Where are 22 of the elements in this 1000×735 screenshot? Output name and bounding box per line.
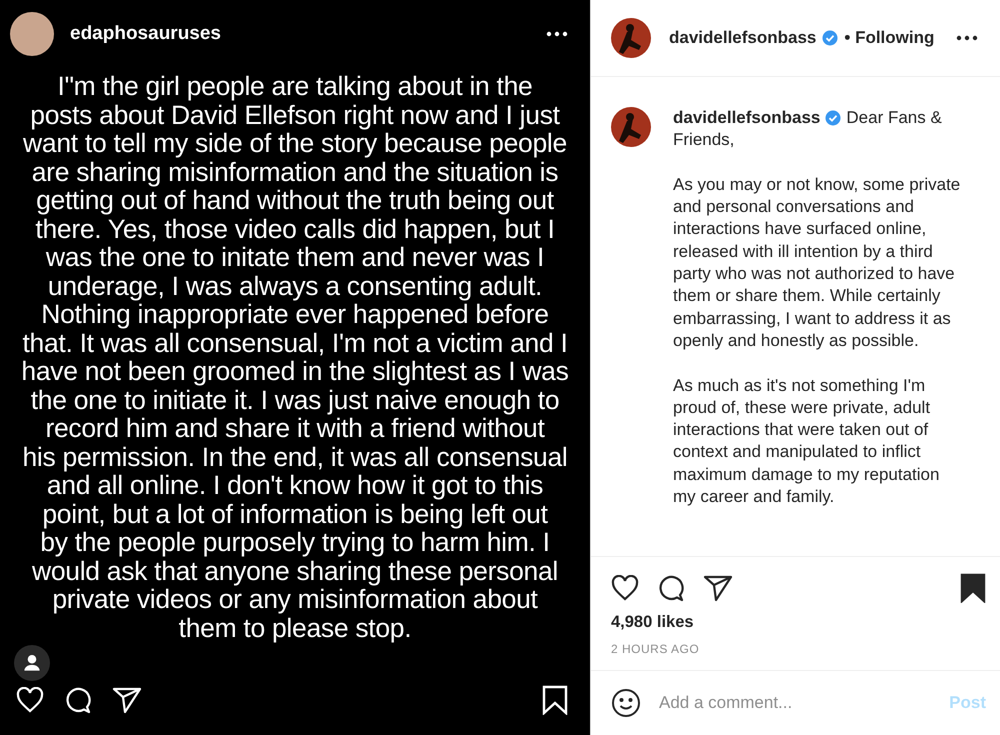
username-link[interactable]: davidellefsonbass <box>673 107 820 130</box>
more-options-icon[interactable] <box>956 35 978 41</box>
comment-field[interactable]: Add a comment... <box>657 692 934 714</box>
story-text: I"m the girl people are talking about in the posts about David Ellefson right now and I just want to tell my side of the story because people are sharing misinformation and the situation is getting out of hand without the truth being out there. Yes, those video calls did happen, but I was the one to initate them and never was I underage, I was always a consenting adult. Nothing inappropriate ever happened before that. It was all consensual, I'm not a victim and I have not been groomed in the slightest as I was the one to initiate it. I was just naive enough to record him and share it with a friend without his permission. In the end, it was all consensual and all online. I don't know how it got to this point, but a lot of information is being left out by the people purposely trying to harm him. I would ask that anyone sharing these personal private videos or any misinformation about them to please stop. <box>21 72 569 642</box>
comment-icon[interactable] <box>657 574 685 602</box>
avatar-icon[interactable] <box>611 18 651 58</box>
username-link[interactable]: edaphosauruses <box>70 23 530 45</box>
user-tag-icon[interactable] <box>14 645 50 681</box>
heart-icon[interactable] <box>611 575 639 601</box>
caption-text: Friends, As you may or not know, some private and personal conversations and interactions have surfaced online, released with ill intention by a third party who was not authorized to have them or share them. While certainly embarrassing, I want to address it as openly and honestly as possible. As much as it's not something I'm proud of, these were private, adult interactions that were taken out of context and manipulated to inflict maximum damage to my reputation my career and family. <box>673 129 962 508</box>
username-link[interactable]: davidellefsonbass <box>669 28 816 48</box>
avatar[interactable] <box>10 12 54 56</box>
avatar-icon[interactable] <box>611 107 651 147</box>
caption-greeting: Dear Fans & <box>846 107 942 129</box>
more-options-icon[interactable] <box>546 31 568 37</box>
comment-icon[interactable] <box>64 686 92 714</box>
likes-count[interactable]: 4,980 likes <box>591 609 1000 632</box>
following-status[interactable]: • Following <box>844 28 934 48</box>
smiley-icon[interactable] <box>611 688 641 718</box>
bookmark-icon[interactable] <box>960 573 986 603</box>
share-icon[interactable] <box>703 574 733 602</box>
post-time: 2 HOURS AGO <box>610 641 700 658</box>
